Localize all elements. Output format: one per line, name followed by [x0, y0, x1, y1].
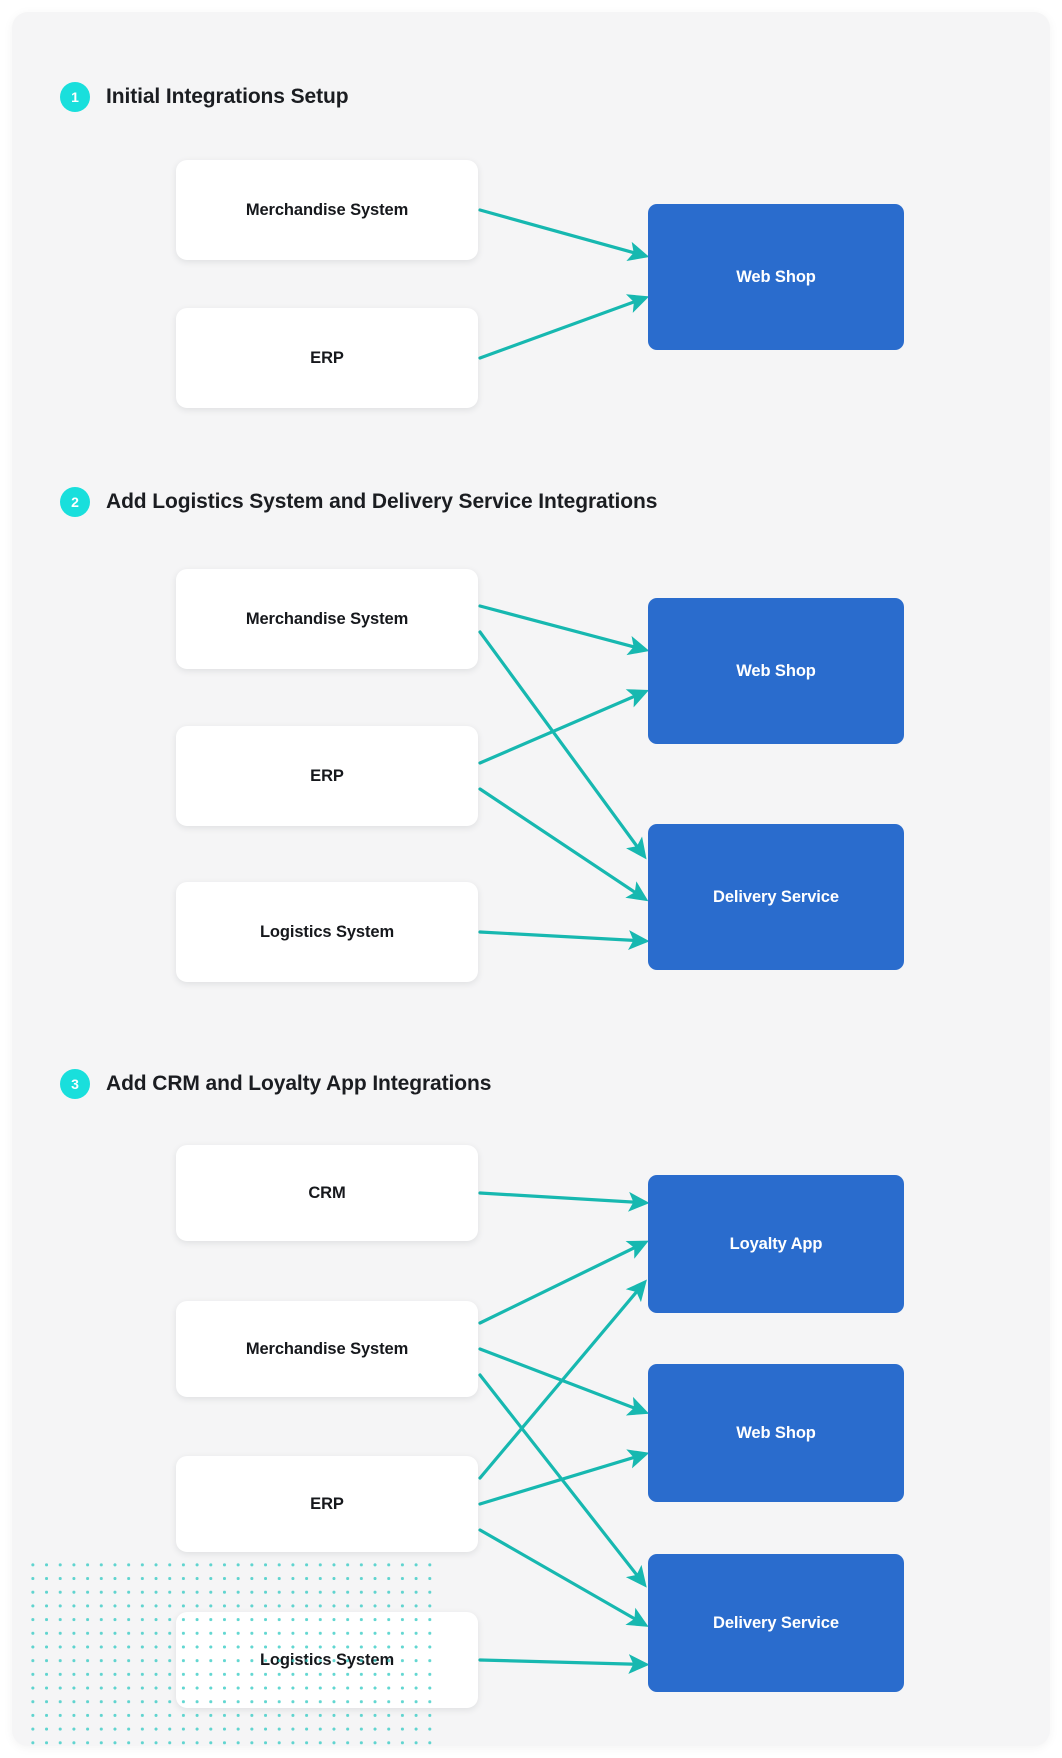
- node-web-shop[interactable]: Web Shop: [648, 1364, 904, 1502]
- diagram-canvas: 1 Initial Integrations Setup Merchandise…: [12, 12, 1050, 1746]
- node-logistics-system[interactable]: Logistics System: [176, 882, 478, 982]
- section-1-number-badge: 1: [60, 82, 90, 112]
- section-1-header: 1 Initial Integrations Setup: [60, 82, 349, 112]
- section-1-title: Initial Integrations Setup: [106, 85, 349, 108]
- section-3-title: Add CRM and Loyalty App Integrations: [106, 1072, 492, 1095]
- node-erp[interactable]: ERP: [176, 308, 478, 408]
- node-web-shop[interactable]: Web Shop: [648, 598, 904, 744]
- connection-arrow: [478, 1449, 650, 1506]
- connection-arrow: [478, 1279, 647, 1480]
- node-merchandise-system[interactable]: Merchandise System: [176, 160, 478, 260]
- section-2-header: 2 Add Logistics System and Delivery Serv…: [60, 487, 657, 517]
- node-merchandise-system[interactable]: Merchandise System: [176, 1301, 478, 1397]
- connection-arrow: [478, 1347, 650, 1416]
- node-merchandise-system[interactable]: Merchandise System: [176, 569, 478, 669]
- connection-arrow: [478, 294, 650, 360]
- connection-arrow: [478, 689, 650, 765]
- node-delivery-service[interactable]: Delivery Service: [648, 824, 904, 970]
- section-3-number-badge: 3: [60, 1069, 90, 1099]
- section-2-number-badge: 2: [60, 487, 90, 517]
- connection-arrow: [478, 208, 650, 261]
- section-2-title: Add Logistics System and Delivery Servic…: [106, 490, 658, 513]
- section-3-header: 3 Add CRM and Loyalty App Integrations: [60, 1069, 491, 1099]
- connection-arrow: [478, 630, 647, 860]
- node-delivery-service[interactable]: Delivery Service: [648, 1554, 904, 1692]
- node-erp[interactable]: ERP: [176, 1456, 478, 1552]
- connection-arrow: [478, 1240, 649, 1325]
- connection-arrow: [478, 1654, 650, 1674]
- node-erp[interactable]: ERP: [176, 726, 478, 826]
- node-logistics-system[interactable]: Logistics System: [176, 1612, 478, 1708]
- node-crm[interactable]: CRM: [176, 1145, 478, 1241]
- connection-arrow: [478, 1191, 650, 1212]
- node-web-shop[interactable]: Web Shop: [648, 204, 904, 350]
- diagram-page: 1 Initial Integrations Setup Merchandise…: [0, 0, 1062, 1758]
- connection-arrow: [478, 1528, 649, 1627]
- connection-arrow: [478, 930, 650, 950]
- connection-arrow: [478, 787, 649, 902]
- connection-arrow: [478, 604, 650, 656]
- node-loyalty-app[interactable]: Loyalty App: [648, 1175, 904, 1313]
- connection-arrow: [478, 1373, 647, 1588]
